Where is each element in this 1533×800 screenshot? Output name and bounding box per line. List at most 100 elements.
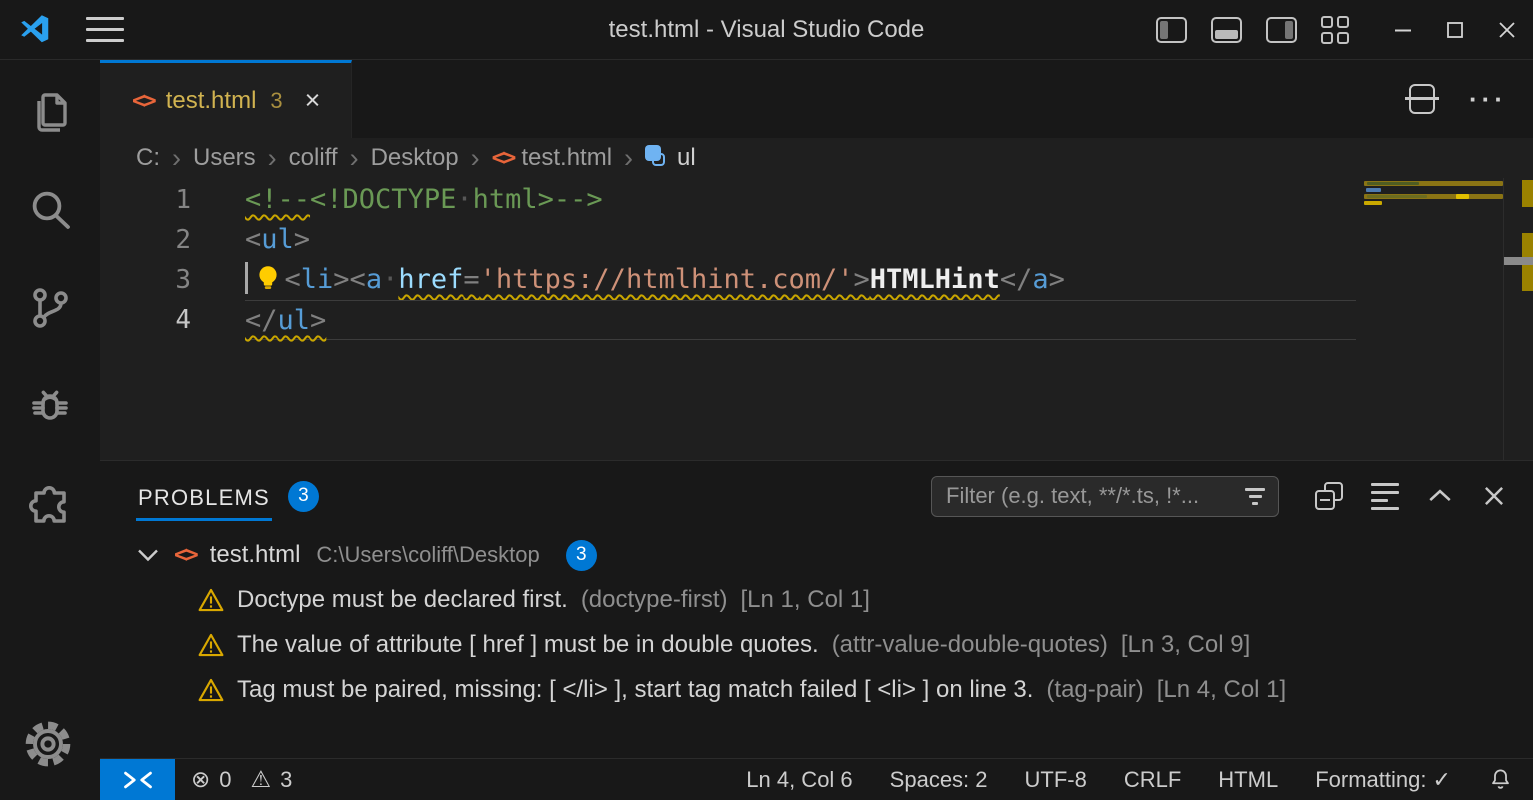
line-number: 2 <box>100 220 245 260</box>
toggle-primary-sidebar-icon[interactable] <box>1156 17 1187 43</box>
code-token: <!-- <box>245 184 310 215</box>
search-icon[interactable] <box>22 182 78 238</box>
collapse-all-icon[interactable] <box>1315 482 1343 510</box>
minimap-line-3-hot <box>1456 194 1469 199</box>
problem-message: Doctype must be declared first. <box>237 586 568 614</box>
breadcrumb-separator: › <box>266 143 279 174</box>
warning-icon <box>198 632 224 658</box>
customize-layout-icon[interactable] <box>1321 16 1351 44</box>
tab-bar: <> test.html 3 × ··· <box>100 60 1533 138</box>
split-editor-icon[interactable] <box>1409 84 1435 114</box>
problem-location: [Ln 1, Col 1] <box>741 586 870 614</box>
breadcrumb-item-coliff[interactable]: coliff <box>289 144 338 172</box>
language-mode[interactable]: HTML <box>1218 767 1278 793</box>
code-token: a <box>366 264 382 295</box>
code-line-4[interactable]: </ul> <box>245 300 1356 340</box>
problems-file-row[interactable]: <> test.html C:\Users\coliff\Desktop 3 <box>100 533 1533 577</box>
code-token: > <box>310 305 326 336</box>
toggle-panel-icon[interactable] <box>1211 17 1242 43</box>
text-cursor <box>245 262 248 294</box>
code-token: li <box>301 264 334 295</box>
problems-panel: PROBLEMS 3 <box>100 460 1533 758</box>
filter-icon <box>1244 488 1266 505</box>
code-token: > <box>854 264 870 295</box>
code-token: = <box>463 264 479 295</box>
ruler-cursor-mark <box>1504 257 1533 265</box>
status-bar: ⊗ 0 ⚠ 3 Ln 4, Col 6 Spaces: 2 UTF-8 CRLF HTM… <box>100 758 1533 800</box>
code-line-1[interactable]: <!--<!DOCTYPE·html>--> <box>245 180 1356 220</box>
minimap-line-4 <box>1364 201 1382 205</box>
problem-rule-code: (attr-value-double-quotes) <box>832 631 1108 659</box>
formatting[interactable]: Formatting: ✓ <box>1315 767 1451 793</box>
settings-gear-icon[interactable] <box>22 718 74 770</box>
maximize-panel-icon[interactable] <box>1427 483 1453 509</box>
problems-tree: <> test.html C:\Users\coliff\Desktop 3 D… <box>100 533 1533 712</box>
code-token: a <box>1032 264 1048 295</box>
breadcrumb-item-ul[interactable]: ul <box>645 144 696 172</box>
toggle-secondary-sidebar-icon[interactable] <box>1266 17 1297 43</box>
problem-location: [Ln 3, Col 9] <box>1121 631 1250 659</box>
problem-rule-code: (tag-pair) <box>1046 676 1143 704</box>
run-debug-icon[interactable] <box>22 378 78 434</box>
explorer-icon[interactable] <box>22 84 78 140</box>
code-token: · <box>382 264 398 295</box>
minimap-line-2 <box>1366 188 1381 192</box>
remote-indicator[interactable] <box>100 759 175 800</box>
code-token: ul <box>278 305 311 336</box>
breadcrumb-item-c-[interactable]: C: <box>136 144 160 172</box>
problems-filter <box>931 476 1279 517</box>
breadcrumb-item-users[interactable]: Users <box>193 144 256 172</box>
tab-test-html[interactable]: <> test.html 3 × <box>100 60 352 138</box>
code-token: HTMLHint <box>870 264 1000 295</box>
maximize-button[interactable] <box>1429 0 1481 60</box>
code-line-3[interactable]: <li><a·href='https://htmlhint.com/'>HTML… <box>245 260 1356 300</box>
html-file-icon: <> <box>492 145 514 171</box>
line-number: 3 <box>100 260 245 300</box>
overview-ruler[interactable] <box>1503 178 1533 460</box>
warning-icon: ⚠ <box>251 767 272 793</box>
editor[interactable]: 1234 <!--<!DOCTYPE·html>--><ul><li><a·hr… <box>100 178 1533 460</box>
encoding[interactable]: UTF-8 <box>1025 767 1087 793</box>
minimap[interactable] <box>1364 180 1503 458</box>
menu-icon[interactable] <box>86 17 124 42</box>
breadcrumb-item-test-html[interactable]: <>test.html <box>492 144 612 172</box>
code-token: href <box>398 264 463 295</box>
more-actions-icon[interactable]: ··· <box>1469 84 1507 115</box>
warning-count: 3 <box>280 767 292 793</box>
lightbulb-icon[interactable] <box>251 262 285 294</box>
indentation[interactable]: Spaces: 2 <box>890 767 988 793</box>
problems-filter-input[interactable] <box>946 483 1244 509</box>
breadcrumb-separator: › <box>348 143 361 174</box>
close-panel-icon[interactable] <box>1481 483 1507 509</box>
problems-tab-label: PROBLEMS <box>138 463 270 529</box>
code-line-2[interactable]: <ul> <box>245 220 1356 260</box>
line-number: 1 <box>100 180 245 220</box>
notifications-bell-icon[interactable] <box>1488 767 1513 792</box>
close-tab-icon[interactable]: × <box>305 87 321 114</box>
problem-item[interactable]: Tag must be paired, missing: [ </li> ], … <box>100 667 1533 712</box>
code-token: < <box>350 264 366 295</box>
eol[interactable]: CRLF <box>1124 767 1181 793</box>
source-control-icon[interactable] <box>22 280 78 336</box>
problem-item[interactable]: Doctype must be declared first.(doctype-… <box>100 577 1533 622</box>
problems-status[interactable]: ⊗ 0 ⚠ 3 <box>191 767 292 793</box>
code-token: ul <box>261 224 294 255</box>
minimap-line-3-text <box>1367 195 1427 198</box>
cursor-position[interactable]: Ln 4, Col 6 <box>746 767 852 793</box>
problem-message: The value of attribute [ href ] must be … <box>237 631 819 659</box>
close-window-button[interactable] <box>1481 0 1533 60</box>
error-icon: ⊗ <box>191 767 210 793</box>
extensions-icon[interactable] <box>22 476 78 532</box>
tab-problems[interactable]: PROBLEMS 3 <box>138 461 319 531</box>
code-token: > <box>294 224 310 255</box>
window-title: test.html - Visual Studio Code <box>609 16 925 44</box>
editor-gutter: 1234 <box>100 180 245 340</box>
code-token: < <box>285 264 301 295</box>
html-file-icon: <> <box>174 542 196 568</box>
problem-item[interactable]: The value of attribute [ href ] must be … <box>100 622 1533 667</box>
minimize-button[interactable] <box>1377 0 1429 60</box>
view-mode-icon[interactable] <box>1371 483 1399 510</box>
breadcrumb-item-desktop[interactable]: Desktop <box>371 144 459 172</box>
code-token: > <box>333 264 349 295</box>
html-file-icon: <> <box>132 88 154 114</box>
